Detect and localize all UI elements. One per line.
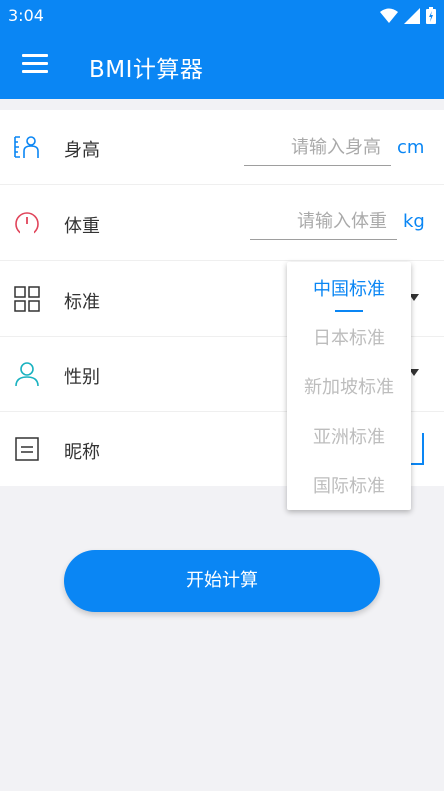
height-input[interactable]: 请输入身高 <box>244 132 391 166</box>
weight-row: 体重 请输入体重 kg <box>0 186 444 261</box>
nickname-label: 昵称 <box>64 442 100 463</box>
weight-label: 体重 <box>64 216 100 237</box>
grid-icon <box>14 286 40 312</box>
weight-unit: kg <box>403 211 425 232</box>
wifi-icon <box>380 8 398 23</box>
app-bar: BMI计算器 <box>0 32 444 99</box>
app-title: BMI计算器 <box>89 57 204 83</box>
standard-label: 标准 <box>64 292 100 313</box>
scale-gauge-icon <box>15 212 39 236</box>
height-row: 身高 请输入身高 cm <box>0 110 444 185</box>
dropdown-option-international[interactable]: 国际标准 <box>287 472 411 498</box>
status-time: 3:04 <box>8 6 44 25</box>
weight-input[interactable]: 请输入体重 <box>250 206 397 240</box>
gender-label: 性别 <box>64 367 100 388</box>
dropdown-option-china[interactable]: 中国标准 <box>287 275 411 301</box>
signal-icon <box>404 7 420 24</box>
person-height-icon <box>14 136 39 158</box>
battery-icon <box>426 7 436 24</box>
dropdown-option-singapore[interactable]: 新加坡标准 <box>287 373 411 399</box>
standard-dropdown-menu: 中国标准 日本标准 新加坡标准 亚洲标准 国际标准 <box>287 262 411 510</box>
selected-indicator <box>335 310 363 312</box>
start-calculate-button[interactable]: 开始计算 <box>64 550 380 612</box>
menu-icon[interactable] <box>22 54 48 74</box>
note-icon <box>15 437 39 461</box>
height-unit: cm <box>397 137 425 158</box>
dropdown-option-japan[interactable]: 日本标准 <box>287 324 411 350</box>
status-bar: 3:04 <box>0 0 444 32</box>
status-icons <box>380 7 436 24</box>
height-label: 身高 <box>64 140 100 161</box>
nickname-input[interactable] <box>410 433 424 465</box>
dropdown-option-asia[interactable]: 亚洲标准 <box>287 423 411 449</box>
person-icon <box>15 362 39 387</box>
